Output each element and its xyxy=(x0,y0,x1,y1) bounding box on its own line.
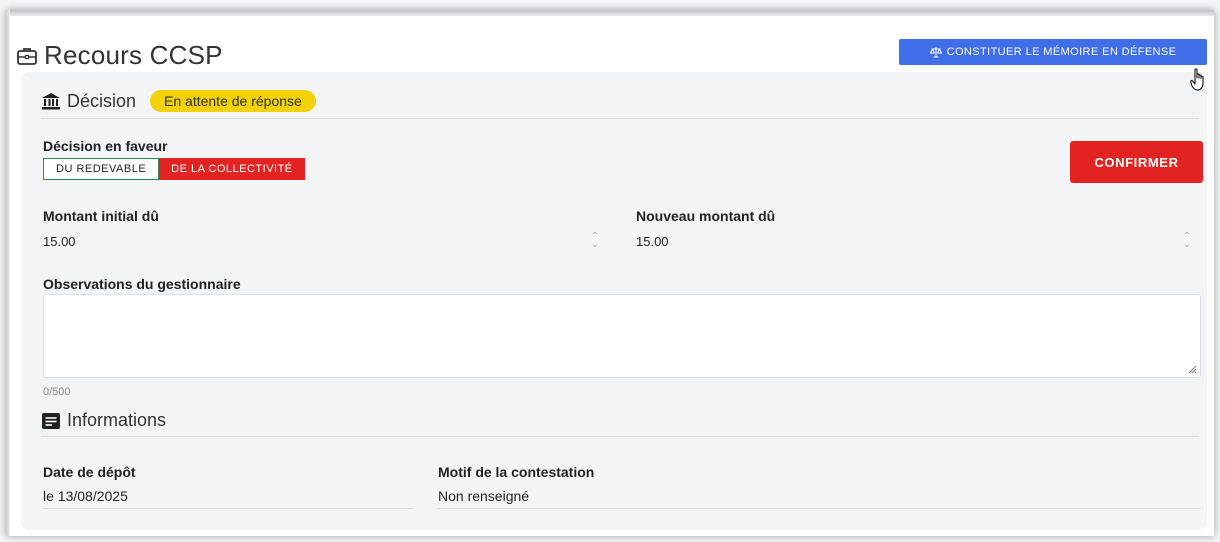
scale-icon xyxy=(929,47,942,58)
informations-heading: Informations xyxy=(41,410,166,431)
page-title: Recours CCSP xyxy=(44,40,223,70)
motif-underline xyxy=(438,508,1201,509)
date-value: le 13/08/2025 xyxy=(43,488,128,504)
date-label: Date de dépôt xyxy=(43,464,136,480)
initial-amount-label: Montant initial dû xyxy=(43,208,159,224)
initial-amount-stepper[interactable]: ⌃ ⌄ xyxy=(590,232,600,250)
decision-card: Décision En attente de réponse Décision … xyxy=(21,72,1207,530)
option-collectivite[interactable]: DE LA COLLECTIVITÉ xyxy=(159,158,305,180)
confirm-button[interactable]: CONFIRMER xyxy=(1070,141,1203,183)
window-frame: Recours CCSP CONSTITUER LE MÉMOIRE EN DÉ… xyxy=(6,10,1214,536)
briefcase-icon xyxy=(17,47,37,65)
decision-heading: Décision En attente de réponse xyxy=(41,90,316,112)
constituer-memoire-button[interactable]: CONSTITUER LE MÉMOIRE EN DÉFENSE xyxy=(899,39,1207,65)
new-amount-label: Nouveau montant dû xyxy=(636,208,776,224)
motif-label: Motif de la contestation xyxy=(438,464,595,480)
decision-heading-text: Décision xyxy=(67,90,137,111)
new-amount-input[interactable]: 15.00 xyxy=(636,234,669,249)
hand-cursor-icon xyxy=(1190,68,1204,91)
observations-textarea[interactable] xyxy=(43,294,1201,378)
window-top-edge xyxy=(6,10,1214,16)
new-amount-stepper[interactable]: ⌃ ⌄ xyxy=(1182,232,1192,250)
decision-divider xyxy=(41,118,1199,119)
window-left-edge xyxy=(6,10,10,536)
option-redevable[interactable]: DU REDEVABLE xyxy=(43,158,160,180)
favor-toggle: DU REDEVABLE DE LA COLLECTIVITÉ xyxy=(43,158,305,180)
initial-amount-input[interactable]: 15.00 xyxy=(43,234,76,249)
resize-handle-icon[interactable] xyxy=(1187,364,1197,374)
informations-heading-text: Informations xyxy=(67,410,167,430)
bank-icon xyxy=(42,93,60,110)
date-underline xyxy=(43,508,413,509)
status-badge: En attente de réponse xyxy=(150,90,316,112)
observations-label: Observations du gestionnaire xyxy=(43,276,241,292)
favor-label: Décision en faveur xyxy=(43,138,168,154)
informations-divider xyxy=(41,436,1199,437)
constituer-memoire-label: CONSTITUER LE MÉMOIRE EN DÉFENSE xyxy=(946,46,1177,58)
notes-icon xyxy=(42,412,60,429)
page-header: Recours CCSP xyxy=(16,40,223,71)
observations-counter: 0/500 xyxy=(43,386,71,398)
motif-value: Non renseigné xyxy=(438,488,530,504)
